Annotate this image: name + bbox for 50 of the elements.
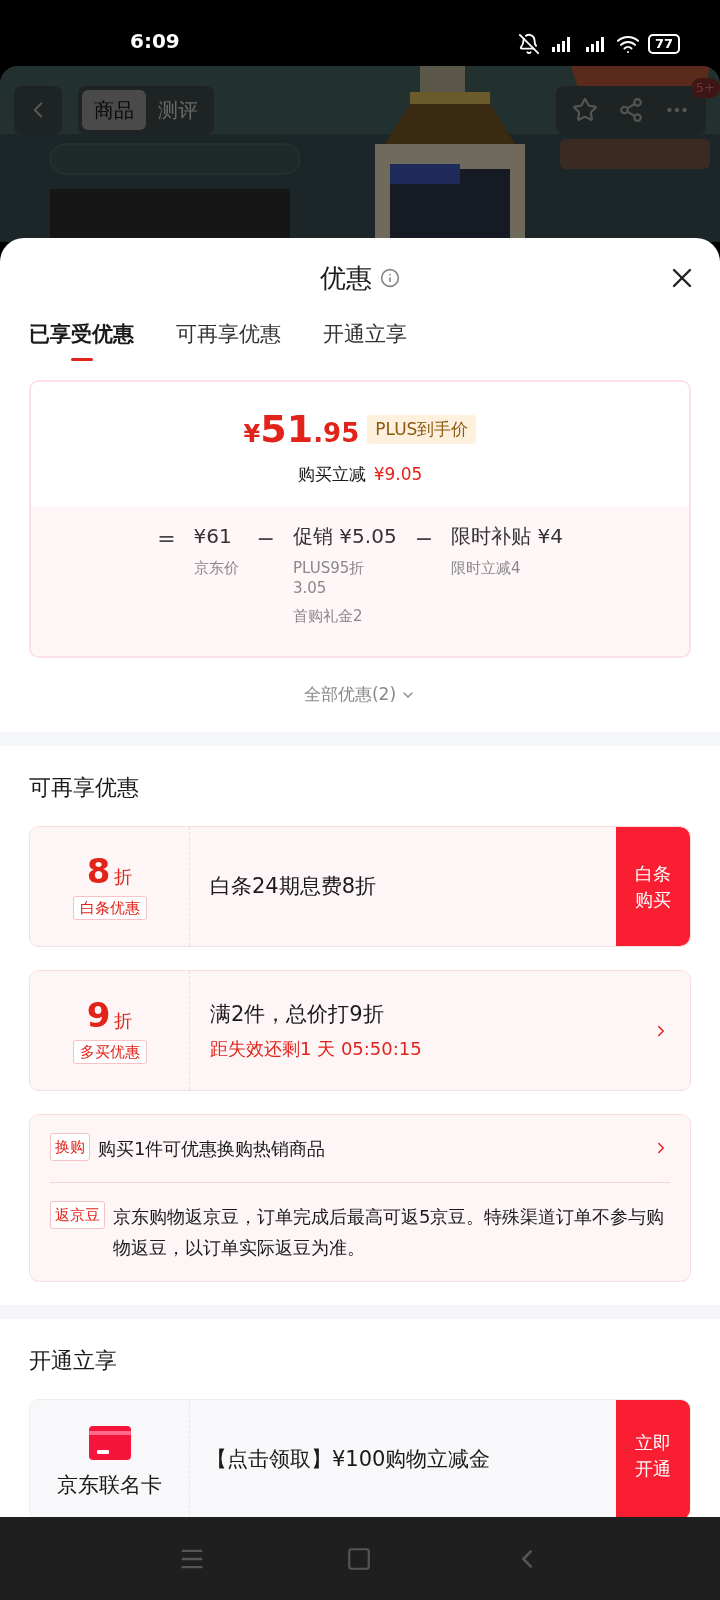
- back-button[interactable]: [14, 86, 62, 134]
- price-note: 限时立减4: [451, 558, 521, 578]
- final-price: ¥51.95: [243, 405, 360, 453]
- reduction-label: 购买立减: [297, 462, 366, 486]
- offer-text: 购买1件可优惠换购热销商品: [98, 1137, 327, 1161]
- share-icon[interactable]: [618, 97, 644, 123]
- offer-tab[interactable]: 可再享优惠: [176, 318, 281, 364]
- battery-indicator: 77: [647, 34, 680, 54]
- discount-unit: 折: [114, 1011, 133, 1030]
- open-button[interactable]: 立即开通: [616, 1400, 690, 1517]
- countdown-text: 距失效还剩1 天 05:50:15: [210, 1036, 423, 1061]
- price-component: 限时补贴 ¥4: [451, 523, 563, 550]
- section-heading: 开通立享: [29, 1347, 117, 1375]
- card-name: 京东联名卡: [57, 1472, 162, 1499]
- coupon-title: 白条24期息费8折: [210, 872, 378, 900]
- mute-icon: [517, 33, 540, 55]
- offer-text: 京东购物返京豆，订单完成后最高可返5京豆。特殊渠道订单不参与购物返豆，以订单实际返豆为准。: [113, 1205, 666, 1260]
- operator-sign: =: [157, 525, 176, 550]
- price-note: PLUS95折 3.05: [293, 558, 366, 598]
- offer-tab[interactable]: 开通立享: [323, 318, 407, 364]
- favorite-icon[interactable]: [572, 97, 598, 123]
- status-time: 6:09: [130, 28, 180, 55]
- price-component: 促销 ¥5.05: [293, 523, 397, 550]
- coupon-card[interactable]: 8 折 白条优惠 白条24期息费8折 白条购买: [29, 826, 691, 947]
- reduction-value: ¥9.05: [373, 462, 423, 486]
- price-note: 京东价: [193, 558, 239, 578]
- discount-unit: 折: [114, 867, 133, 886]
- credit-card-icon: [88, 1426, 131, 1460]
- coupon-tag: 多买优惠: [72, 1039, 147, 1064]
- discount-value: 8: [86, 853, 111, 888]
- card-offer[interactable]: 京东联名卡 【点击领取】¥100购物立减金 立即开通: [29, 1399, 691, 1517]
- info-icon[interactable]: [380, 268, 400, 288]
- discount-value: 9: [86, 997, 111, 1032]
- operator-sign: −: [414, 525, 434, 550]
- price-component: ¥61: [193, 523, 232, 550]
- offer-tag: 返京豆: [50, 1201, 105, 1229]
- plus-price-tag: PLUS到手价: [367, 414, 477, 444]
- card-offer-title: 【点击领取】¥100购物立减金: [206, 1445, 491, 1473]
- coupon-title: 满2件，总价打9折: [210, 1001, 385, 1029]
- offer-tag: 换购: [50, 1133, 90, 1161]
- sheet-title: 优惠: [320, 261, 372, 295]
- home-icon[interactable]: [346, 1545, 372, 1572]
- offer-tab[interactable]: 已享受优惠: [29, 318, 134, 364]
- operator-sign: −: [256, 525, 275, 550]
- coupon-tag: 白条优惠: [72, 895, 147, 920]
- all-offers-link[interactable]: 全部优惠(2): [303, 682, 417, 708]
- coupon-card[interactable]: 9 折 多买优惠 满2件，总价打9折 距失效还剩1 天 05:50:15: [29, 970, 691, 1091]
- buy-button[interactable]: 白条购买: [616, 827, 690, 946]
- price-note: 首购礼金2: [293, 606, 363, 626]
- section-heading: 可再享优惠: [29, 774, 139, 802]
